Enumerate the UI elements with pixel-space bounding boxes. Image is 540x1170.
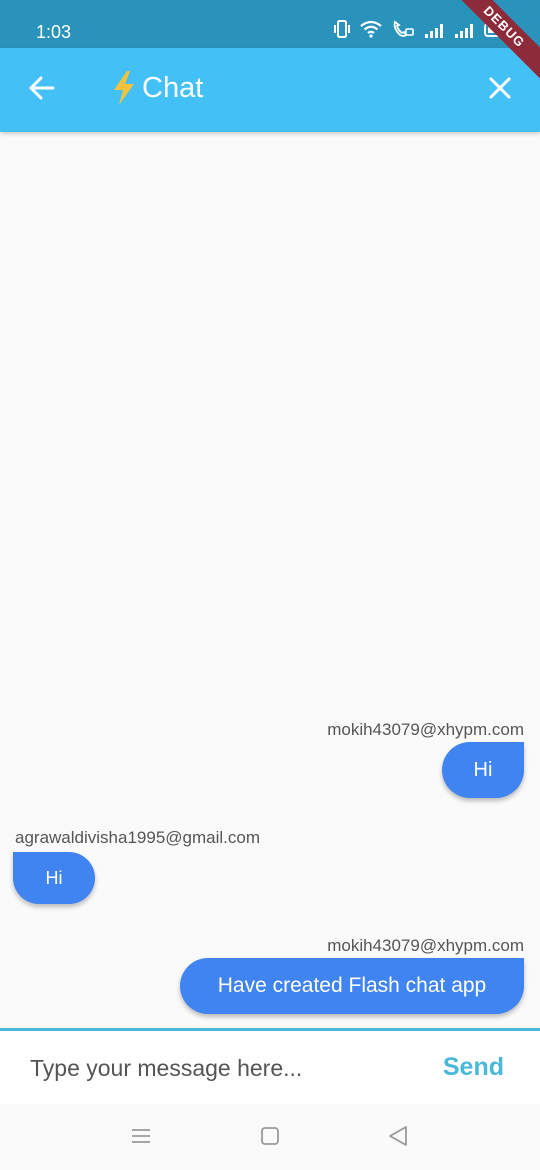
home-square-icon xyxy=(260,1126,280,1151)
message-composer: Send xyxy=(0,1028,540,1104)
message-item: agrawaldivisha1995@gmail.com xyxy=(15,828,260,848)
message-sender: mokih43079@xhypm.com xyxy=(327,936,524,955)
menu-icon xyxy=(130,1127,152,1150)
close-button[interactable] xyxy=(482,72,518,108)
app-title-text: Chat xyxy=(142,71,204,104)
vibrate-icon xyxy=(334,20,350,38)
lightning-icon xyxy=(114,71,134,105)
message-bubble: Hi xyxy=(442,742,524,798)
signal-2-icon xyxy=(454,22,474,38)
message-sender: agrawaldivisha1995@gmail.com xyxy=(15,828,260,847)
back-button[interactable] xyxy=(24,72,60,108)
message-bubble: Hi xyxy=(13,852,95,904)
app-bar: Chat xyxy=(0,48,540,132)
message-item: mokih43079@xhypm.com xyxy=(327,936,524,956)
wifi-icon xyxy=(360,20,382,38)
message-list[interactable]: mokih43079@xhypm.com Hi agrawaldivisha19… xyxy=(0,132,540,1028)
message-input[interactable] xyxy=(30,1051,410,1085)
app-title: Chat xyxy=(110,70,203,106)
arrow-left-icon xyxy=(28,74,56,107)
message-sender: mokih43079@xhypm.com xyxy=(327,720,524,739)
wifi-call-icon xyxy=(392,20,414,38)
menu-button[interactable] xyxy=(129,1126,153,1150)
system-nav-bar xyxy=(0,1104,540,1170)
status-time: 1:03 xyxy=(36,22,72,42)
message-bubble: Have created Flash chat app xyxy=(180,958,524,1014)
back-triangle-icon xyxy=(388,1125,408,1152)
message-item: mokih43079@xhypm.com xyxy=(327,720,524,740)
signal-1-icon xyxy=(424,22,444,38)
home-button[interactable] xyxy=(258,1126,282,1150)
back-nav-button[interactable] xyxy=(386,1125,410,1152)
close-icon xyxy=(488,76,512,105)
send-button[interactable]: Send xyxy=(443,1053,504,1082)
status-bar: 1:03 xyxy=(0,0,540,48)
